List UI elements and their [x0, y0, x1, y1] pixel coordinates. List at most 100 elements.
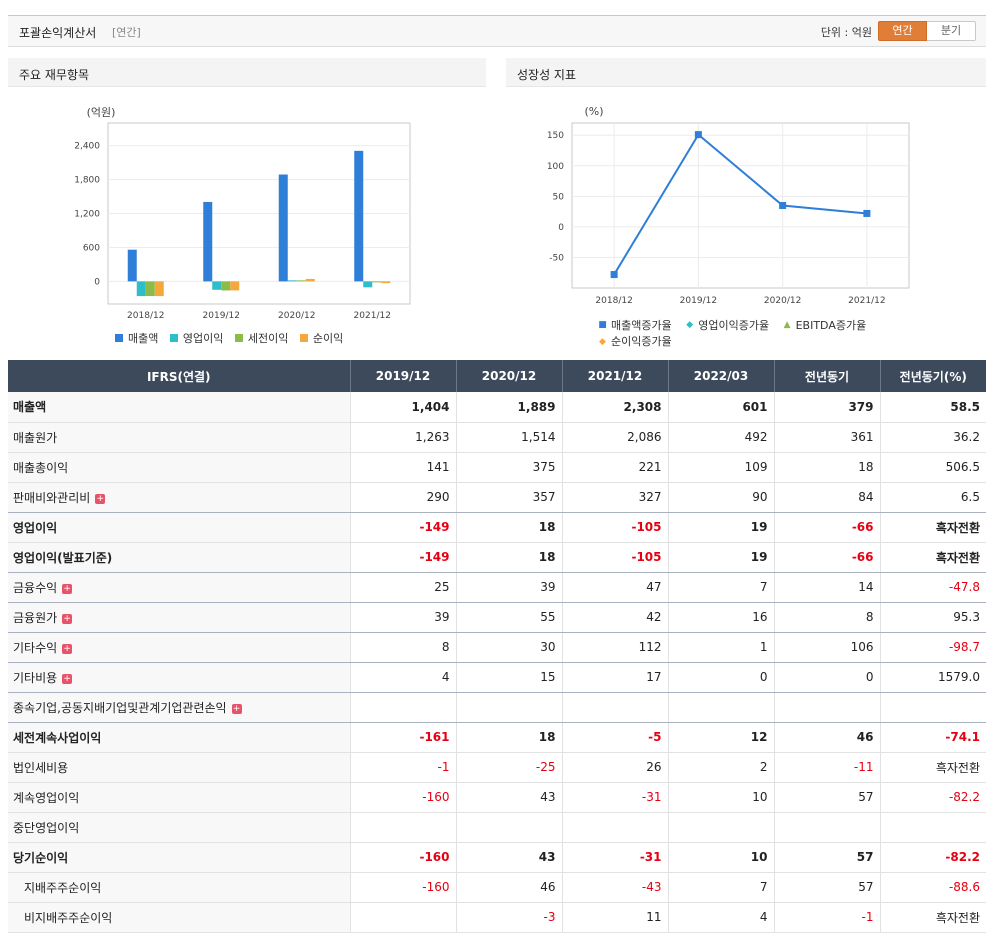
growth-chart: (%) -50 0 50 100 150 2018/12 2019/12 2020/12 2021… — [547, 105, 910, 306]
row-label: 종속기업,공동지배기업및관계기업관련손익 + — [8, 692, 351, 723]
expand-plus-icon[interactable]: + — [62, 583, 73, 594]
table-cell: -11 — [774, 752, 881, 783]
table-cell: 흑자전환 — [880, 542, 986, 573]
table-cell: 0 — [668, 662, 775, 693]
data-point — [610, 271, 618, 279]
table-row: 영업이익 -149 18 -105 19 -66 흑자전환 — [8, 512, 986, 543]
legend-marker-triangle-icon: ▲ — [783, 320, 791, 330]
table-cell: -66 — [774, 542, 881, 573]
period-tag: [연간] — [112, 26, 141, 39]
column-header: 2021/12 — [562, 360, 669, 392]
row-label: 금융원가 + — [8, 602, 351, 633]
table-cell: 1 — [668, 632, 775, 663]
legend-label: 세전이익 — [247, 332, 289, 345]
bar-legend: 매출액 영업이익 세전이익 순이익 — [115, 330, 351, 346]
table-cell: 141 — [350, 452, 457, 483]
table-cell: 흑자전환 — [880, 902, 986, 933]
y-tick-label: 0 — [94, 277, 100, 287]
y-tick-label: 1,200 — [74, 210, 100, 220]
legend-item-net-profit-growth[interactable]: ◆ 순이익증가율 — [596, 334, 672, 349]
table-row: 금융원가 +39 55 42 16 8 95.3 — [8, 602, 986, 633]
x-tick-label: 2020/12 — [278, 311, 315, 321]
row-label-text: 계속영업이익 — [13, 790, 80, 805]
legend-item-op-profit-growth[interactable]: ◆ 영업이익증가율 — [683, 318, 769, 333]
expand-plus-icon[interactable]: + — [62, 643, 73, 654]
table-cell: -74.1 — [880, 722, 986, 753]
x-tick-label: 2019/12 — [680, 296, 717, 306]
table-cell: 17 — [562, 662, 669, 693]
row-label-text: 기타비용 — [13, 670, 58, 685]
row-label-text: 금융수익 — [13, 580, 58, 595]
table-cell: 492 — [668, 422, 775, 453]
table-cell: -82.2 — [880, 782, 986, 813]
row-label: 금융수익 + — [8, 572, 351, 603]
column-header: IFRS(연결) — [8, 360, 351, 392]
row-label: 기타수익 + — [8, 632, 351, 663]
expand-plus-icon[interactable]: + — [231, 703, 242, 714]
table-cell: 7 — [668, 872, 775, 903]
table-row: 매출총이익 141 375 221 109 18 506.5 — [8, 452, 986, 483]
legend-item-revenue[interactable]: 매출액 — [115, 330, 158, 346]
column-header: 전년동기(%) — [880, 360, 986, 392]
row-label-text: 비지배주주순이익 — [24, 910, 113, 925]
legend-item-operating-profit[interactable]: 영업이익 — [169, 330, 223, 346]
key-financials-chart: (억원) 0 600 1,200 1,800 2,400 2018/12 2019/12 202… — [74, 106, 411, 321]
row-label: 매출액 — [8, 392, 351, 423]
column-header: 2019/12 — [350, 360, 457, 392]
legend-swatch-net-profit — [299, 334, 308, 342]
table-cell — [562, 692, 669, 723]
legend-item-revenue-growth[interactable]: ■ 매출액증가율 — [596, 318, 672, 333]
bar — [305, 278, 315, 282]
table-cell: -88.6 — [880, 872, 986, 903]
table-cell: 26 — [562, 752, 669, 783]
y-axis-unit-label: (억원) — [87, 106, 116, 119]
growth-indicators-panel: 성장성 지표 (%) -50 0 50 100 150 2018/12 2019/12 2020… — [506, 58, 986, 354]
table-cell — [668, 812, 775, 843]
table-row: 법인세비용 -1 -25 26 2 -11 흑자전환 — [8, 752, 986, 783]
legend-swatch-operating-profit — [169, 334, 178, 342]
legend-item-ebitda-growth[interactable]: ▲ EBITDA증가율 — [781, 318, 867, 333]
key-financials-title: 주요 재무항목 — [8, 58, 486, 87]
table-cell: -31 — [562, 842, 669, 873]
tab-quarterly[interactable]: 분기 — [927, 21, 976, 41]
x-tick-label: 2018/12 — [595, 296, 632, 306]
data-point — [863, 209, 871, 217]
table-cell: 4 — [668, 902, 775, 933]
table-cell: 601 — [668, 392, 775, 423]
expand-plus-icon[interactable]: + — [62, 673, 73, 684]
table-row: 중단영업이익 — [8, 812, 986, 843]
column-header: 2022/03 — [668, 360, 775, 392]
table-cell: 25 — [350, 572, 457, 603]
legend-item-pretax-profit[interactable]: 세전이익 — [234, 330, 289, 346]
table-cell: 30 — [456, 632, 563, 663]
bar — [381, 281, 391, 284]
row-label: 매출총이익 — [8, 452, 351, 483]
row-label: 매출원가 — [8, 422, 351, 453]
plot-area — [571, 122, 910, 289]
tab-annual[interactable]: 연간 — [878, 21, 927, 41]
table-cell: -31 — [562, 782, 669, 813]
table-cell: 47 — [562, 572, 669, 603]
table-row: 매출원가 1,263 1,514 2,086 492 361 36.2 — [8, 422, 986, 453]
table-cell — [774, 812, 881, 843]
row-label-text: 중단영업이익 — [13, 820, 80, 835]
column-header: 2020/12 — [456, 360, 563, 392]
table-cell: -160 — [350, 842, 457, 873]
y-tick-label: 100 — [547, 162, 564, 172]
table-cell: 106 — [774, 632, 881, 663]
expand-plus-icon[interactable]: + — [95, 493, 106, 504]
table-row: 기타수익 +8 30 112 1 106 -98.7 — [8, 632, 986, 663]
bar — [363, 281, 373, 288]
table-cell: -1 — [774, 902, 881, 933]
y-tick-label: -50 — [549, 253, 564, 263]
y-axis-unit-label: (%) — [584, 105, 603, 118]
expand-plus-icon[interactable]: + — [62, 613, 73, 624]
table-row: 판매비와관리비 +290 357 327 90 84 6.5 — [8, 482, 986, 513]
table-cell: 112 — [562, 632, 669, 663]
table-cell: 4 — [350, 662, 457, 693]
legend-item-net-profit[interactable]: 순이익 — [299, 330, 343, 346]
row-label-text: 매출액 — [13, 400, 47, 415]
statement-header: 포괄손익계산서 [연간] 단위 : 억원 연간 분기 — [8, 15, 986, 47]
table-cell: -160 — [350, 782, 457, 813]
row-label: 영업이익 — [8, 512, 351, 543]
